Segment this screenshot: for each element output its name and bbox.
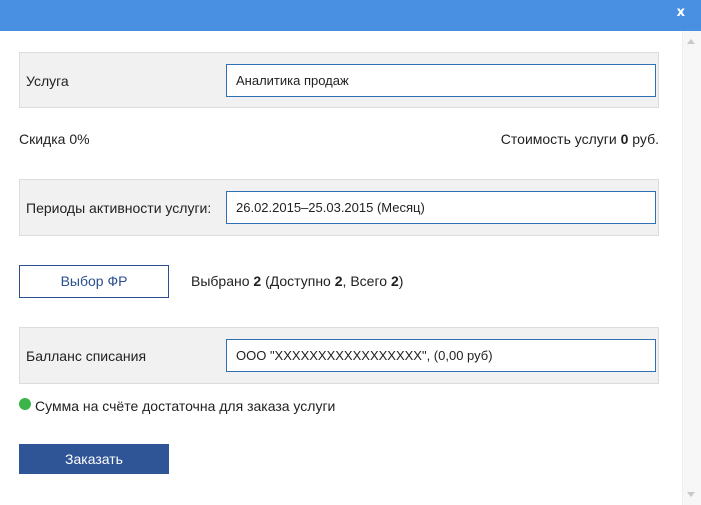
- status-ok-icon: [19, 398, 31, 410]
- status-message: Сумма на счёте достаточна для заказа усл…: [35, 398, 336, 414]
- available-count: 2: [334, 273, 343, 289]
- available-prefix: (Доступно: [261, 273, 335, 289]
- close-button[interactable]: x: [677, 5, 685, 20]
- periods-label: Периоды активности услуги:: [26, 200, 212, 216]
- balance-field[interactable]: ООО "XXXXXXXXXXXXXXXXX", (0,00 руб): [226, 339, 656, 372]
- total-prefix: , Всего: [342, 273, 391, 289]
- select-fr-button[interactable]: Выбор ФР: [19, 265, 169, 298]
- cost-suffix: руб.: [628, 131, 659, 147]
- cost-prefix: Стоимость услуги: [500, 131, 621, 147]
- scroll-down-arrow-icon[interactable]: [687, 492, 695, 497]
- balance-panel: Балланс списания ООО "XXXXXXXXXXXXXXXXX"…: [19, 327, 659, 384]
- total-count: 2: [390, 273, 399, 289]
- summary-suffix: ): [398, 273, 404, 289]
- scroll-up-arrow-icon[interactable]: [687, 39, 695, 44]
- order-button[interactable]: Заказать: [19, 444, 169, 474]
- balance-label: Балланс списания: [26, 348, 147, 364]
- service-cost: Стоимость услуги 0 руб.: [501, 131, 659, 147]
- service-panel: Услуга Аналитика продаж: [19, 52, 659, 108]
- selected-prefix: Выбрано: [191, 273, 254, 289]
- periods-field[interactable]: 26.02.2015–25.03.2015 (Месяц): [226, 191, 656, 224]
- fr-selection-summary: Выбрано 2 (Доступно 2, Всего 2): [191, 273, 403, 289]
- service-field[interactable]: Аналитика продаж: [226, 64, 656, 97]
- dialog-titlebar: x: [0, 0, 701, 31]
- scrollbar[interactable]: [682, 31, 701, 505]
- discount-text: Скидка 0%: [19, 131, 90, 147]
- service-label: Услуга: [26, 73, 69, 89]
- periods-panel: Периоды активности услуги: 26.02.2015–25…: [19, 179, 659, 236]
